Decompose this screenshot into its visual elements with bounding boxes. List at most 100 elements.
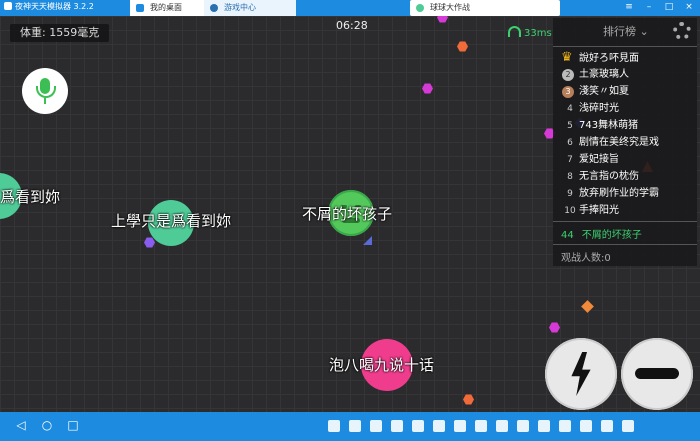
leaderboard-row: 7 爱妃接旨: [561, 151, 695, 168]
leaderboard-name: 无言指の枕伤: [579, 171, 639, 182]
leaderboard-name: 說好ろ吥見面: [579, 53, 639, 64]
player-rank-name: 不屑的坏孩子: [581, 230, 642, 241]
shake-icon[interactable]: [475, 420, 487, 432]
folder-icon[interactable]: [454, 420, 466, 432]
gamepad-tool-icon[interactable]: [370, 420, 382, 432]
taskbar-tools: [328, 420, 634, 432]
window-controls: ≡ – □ ×: [624, 2, 694, 14]
tab-label: 游戏中心: [224, 3, 256, 12]
tab-desktop[interactable]: 我的桌面: [130, 0, 204, 16]
leaderboard-name: 淺笑〃如夏: [579, 86, 629, 97]
leaderboard-row: 6 剧情在美终究是戏: [561, 134, 695, 151]
divider: [553, 221, 697, 222]
record-icon[interactable]: [538, 420, 550, 432]
leaderboard-row: 10 手捧阳光: [561, 202, 695, 219]
microphone-stem: [44, 98, 46, 104]
leaderboard-title-text: 排行榜: [603, 25, 636, 38]
emulator-taskbar: ◁ ○ □: [0, 412, 700, 441]
crown-icon: ♛: [561, 50, 573, 65]
apk-icon[interactable]: [496, 420, 508, 432]
voice-chat-button[interactable]: [22, 68, 68, 114]
tab-label: 球球大作战: [430, 3, 470, 12]
ping-value: 33ms: [524, 28, 552, 39]
leaderboard-rank: 7: [567, 155, 573, 165]
leaderboard-name: 743舞林萌猪: [579, 120, 639, 131]
enemy-cell-pink-name: 泡八喝九说十话: [329, 356, 435, 374]
leaderboard-row: 4 浅碎时光: [561, 100, 695, 117]
volume-up-icon[interactable]: [349, 420, 361, 432]
leaderboard-header[interactable]: 排行榜 ⌄: [553, 18, 697, 46]
enemy-cell-teal-name: 上學只是爲看到妳: [111, 212, 232, 230]
game-clock: 06:28: [336, 19, 368, 32]
minimize-icon[interactable]: –: [644, 2, 654, 12]
gear-icon[interactable]: [673, 22, 691, 40]
tab-game-center[interactable]: 游戏中心: [204, 0, 296, 16]
rotate-icon[interactable]: [580, 420, 592, 432]
location-icon[interactable]: [517, 420, 529, 432]
food-pellet: [463, 394, 474, 405]
leaderboard-rank: 5: [567, 121, 573, 131]
leaderboard-title[interactable]: 排行榜 ⌄: [603, 23, 649, 39]
spectator-count: 观战人数:0: [561, 253, 611, 264]
home-nav-icon[interactable]: ○: [40, 418, 54, 432]
leaderboard-name: 浅碎时光: [579, 103, 619, 114]
eject-mass-button[interactable]: [621, 338, 693, 410]
split-button[interactable]: [545, 338, 617, 410]
player-rank: 44: [561, 230, 574, 241]
game-arena[interactable]: 体重: 1559毫克 06:28 33ms 爲看到妳 上學只是爲看到妳 不屑的坏…: [0, 16, 700, 412]
menu-icon[interactable]: ≡: [624, 2, 634, 12]
app-title-text: 夜神天天模拟器 3.2.2: [15, 2, 94, 11]
leaderboard-row: 5 743舞林萌猪: [561, 117, 695, 134]
leaderboard-rank: 8: [567, 172, 573, 182]
leaderboard-rank: 9: [567, 189, 573, 199]
player-rank-row: 44 不屑的坏孩子: [561, 226, 650, 241]
sync-icon[interactable]: [559, 420, 571, 432]
leaderboard-row: ♛ 說好ろ吥見面: [561, 49, 695, 66]
more-icon[interactable]: [622, 420, 634, 432]
leaderboard-row: 9 放弃刷作业的学霸: [561, 185, 695, 202]
fullscreen-icon[interactable]: [601, 420, 613, 432]
ping-indicator: 33ms: [508, 26, 552, 39]
leaderboard-panel: 排行榜 ⌄ ♛ 說好ろ吥見面 2 土豪玻璃人 3 淺笑〃如夏 4 浅碎时光 5 743舞林…: [553, 18, 697, 266]
maximize-icon[interactable]: □: [664, 2, 674, 12]
wifi-icon: [508, 26, 521, 37]
emulator-titlebar: 夜神天天模拟器 3.2.2 我的桌面 游戏中心 球球大作战 ≡ – □ ×: [0, 0, 700, 16]
leaderboard-rank: 4: [567, 104, 573, 114]
food-pellet: [363, 236, 372, 245]
gamepad-icon: [210, 4, 218, 12]
leaderboard-name: 手捧阳光: [579, 205, 619, 216]
player-cell-name: 不屑的坏孩子: [302, 205, 393, 223]
leaderboard-name: 剧情在美终究是戏: [579, 137, 659, 148]
leaderboard-rank: 3: [562, 86, 574, 98]
leaderboard-name: 土豪玻璃人: [579, 69, 629, 80]
back-icon[interactable]: ◁: [14, 418, 28, 432]
food-pellet: [549, 322, 560, 333]
divider: [553, 244, 697, 245]
tab-label: 我的桌面: [150, 3, 182, 12]
leaderboard-row: 3 淺笑〃如夏: [561, 83, 695, 100]
enemy-cell-left-name: 爲看到妳: [0, 188, 61, 206]
food-pellet: [581, 300, 594, 313]
minus-icon: [635, 368, 679, 379]
lightning-icon: [571, 352, 591, 396]
leaderboard-name: 爱妃接旨: [579, 154, 619, 165]
home-icon: [136, 4, 144, 12]
tab-ball-game[interactable]: 球球大作战: [410, 0, 560, 16]
game-icon: [416, 4, 424, 12]
food-pellet: [457, 41, 468, 52]
close-icon[interactable]: ×: [684, 2, 694, 12]
leaderboard-name: 放弃刷作业的学霸: [579, 188, 659, 199]
clipboard-icon[interactable]: [433, 420, 445, 432]
leaderboard-row: 2 土豪玻璃人: [561, 66, 695, 83]
screenshot-icon[interactable]: [412, 420, 424, 432]
recents-icon[interactable]: □: [66, 418, 80, 432]
leaderboard-rank: 10: [564, 206, 576, 216]
leaderboard-rank: 6: [567, 138, 573, 148]
volume-down-icon[interactable]: [328, 420, 340, 432]
weight-display: 体重: 1559毫克: [10, 24, 110, 42]
microphone-arc: [36, 86, 56, 98]
app-title: 夜神天天模拟器 3.2.2: [4, 1, 94, 12]
divider: [553, 46, 697, 47]
leaderboard-row: 8 无言指の枕伤: [561, 168, 695, 185]
keyboard-icon[interactable]: [391, 420, 403, 432]
